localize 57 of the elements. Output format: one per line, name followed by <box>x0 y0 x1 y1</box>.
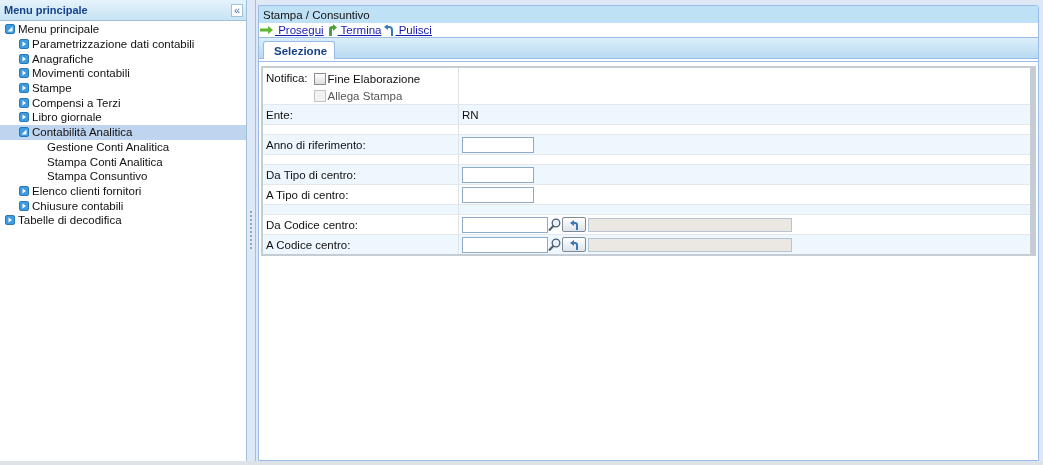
undo-icon <box>569 239 579 250</box>
tree-item[interactable]: Tabelle di decodifica <box>0 212 246 228</box>
search-icon[interactable] <box>548 237 561 252</box>
checkbox[interactable] <box>313 72 326 85</box>
expand-icon[interactable] <box>19 185 29 196</box>
tree-item[interactable]: Compensi a Terzi <box>0 95 246 111</box>
field-label: A Codice centro: <box>266 238 351 251</box>
field-value: RN <box>462 108 479 121</box>
tree-item[interactable]: Stampa Conti Analitica <box>0 154 246 169</box>
tree-item[interactable]: Chiusure contabili <box>0 198 246 213</box>
field-label: Da Codice centro: <box>266 218 359 231</box>
tree-item[interactable]: Libro giornale <box>0 110 246 125</box>
input-field[interactable] <box>462 186 534 203</box>
tree-item[interactable]: Stampe <box>0 80 246 96</box>
toolbar-link[interactable]: Pulisci <box>384 24 432 36</box>
arrow-icon <box>260 25 274 35</box>
tree-item[interactable]: Anagrafiche <box>0 51 246 67</box>
search-icon[interactable] <box>548 217 561 232</box>
expand-icon[interactable] <box>19 39 29 50</box>
tab[interactable]: Selezione <box>263 41 336 59</box>
field-label: Anno di riferimento: <box>266 138 366 151</box>
field-label: A Tipo di centro: <box>266 188 349 201</box>
expand-icon[interactable] <box>19 68 29 79</box>
collapse-button[interactable]: « <box>231 3 243 17</box>
expand-icon[interactable] <box>19 83 29 94</box>
expand-icon[interactable] <box>19 200 29 211</box>
field-label: Ente: <box>266 108 293 121</box>
reset-button[interactable] <box>562 237 586 252</box>
tree-item[interactable]: Contabilità Analitica <box>0 124 246 140</box>
panel-title: Menu principale <box>4 4 88 16</box>
tree-item[interactable]: Stampa Consuntivo <box>0 168 246 184</box>
toolbar-link[interactable]: Termina <box>326 24 382 36</box>
collapse-icon[interactable] <box>5 24 15 35</box>
reset-button[interactable] <box>562 217 586 232</box>
input-field[interactable] <box>462 136 534 153</box>
toolbar-link[interactable]: Prosegui <box>260 24 324 36</box>
panel-title: Stampa / Consuntivo <box>263 8 370 21</box>
undo-icon <box>569 219 579 230</box>
field-label: Notifica: <box>266 71 308 84</box>
tree-item[interactable]: Movimenti contabili <box>0 66 246 81</box>
collapse-icon[interactable] <box>19 127 29 138</box>
input-field[interactable] <box>462 236 548 253</box>
checkbox-label: Allega Stampa <box>327 89 403 102</box>
undo-icon <box>384 24 395 36</box>
expand-icon[interactable] <box>19 112 29 123</box>
tree-item[interactable]: Parametrizzazione dati contabili <box>0 36 246 52</box>
tree-item[interactable]: Menu principale <box>0 22 246 37</box>
input-field[interactable] <box>462 166 534 183</box>
expand-icon[interactable] <box>5 215 15 226</box>
expand-icon[interactable] <box>19 53 29 64</box>
input-field[interactable] <box>462 216 548 233</box>
expand-icon[interactable] <box>19 97 29 108</box>
checkbox-label: Fine Elaborazione <box>327 72 421 85</box>
field-label: Da Tipo di centro: <box>266 168 357 181</box>
tree-item[interactable]: Gestione Conti Analitica <box>0 139 246 155</box>
curved-arrow-icon <box>326 24 337 36</box>
tree-item[interactable]: Elenco clienti fornitori <box>0 183 246 199</box>
